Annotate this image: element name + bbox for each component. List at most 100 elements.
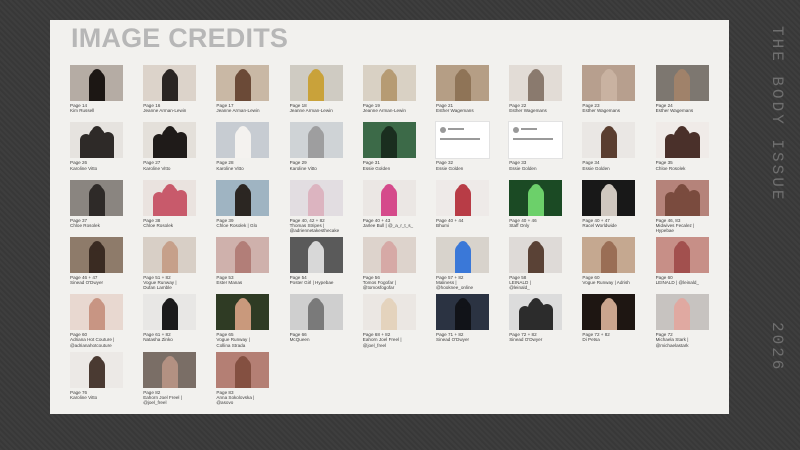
- credit-caption: Page 21 Esther Wagemans: [436, 103, 492, 114]
- credit-thumbnail: [509, 179, 563, 216]
- credit-caption: Page 32 Essie Golden: [436, 160, 492, 171]
- credit-item: Page 56 Tomos Fogofar | @tomosfogofar: [362, 236, 419, 291]
- credit-caption: Page 16 Jeanne Arman-Lewin: [143, 103, 199, 114]
- credit-line: Chloe Rosolek | Glo: [216, 222, 258, 228]
- credit-line: Esther Wagemans: [436, 108, 474, 114]
- credit-item: Page 60 Adriana Hot Couture | @adrianahotc…: [70, 294, 126, 348]
- credit-item: Page 40 + 47 Racel Worldwide: [582, 179, 638, 229]
- issue-year: 2026: [768, 322, 786, 373]
- credit-caption: Page 56 Tomos Fogofar | @tomosfogofar: [363, 275, 419, 291]
- credit-item: Page 65 Vogue Runway | Collina Strada: [216, 294, 272, 348]
- credit-thumbnail: [70, 122, 123, 159]
- credit-caption: Page 23 Esther Wagemans: [582, 103, 638, 114]
- credit-thumbnail: [362, 294, 416, 331]
- credit-line: @hooknee_online: [436, 285, 474, 291]
- credit-line: @adriennetakesthecake: [289, 228, 340, 234]
- credit-item: Page 72 + 82 Di Petsa: [582, 294, 638, 343]
- credit-item: Page 46, 83 Midwives Fecalez | Hypebae: [655, 179, 712, 234]
- credit-item: Page 21 Esther Wagemans: [436, 65, 492, 114]
- credit-item: Page 33 Essie Golden: [508, 121, 565, 171]
- credit-item: Page 46 + 47 Sinead O'Dwyer: [70, 236, 126, 286]
- credit-item: Page 28 Karoline Vitto: [216, 122, 272, 171]
- credit-caption: Page 29 Karoline Vitto: [290, 160, 346, 171]
- credit-thumbnail: [362, 179, 416, 216]
- credit-item: Page 60 LEINALD | @leinald_: [655, 236, 712, 286]
- credit-thumbnail: [655, 122, 709, 159]
- credit-item: Page 40 + 43 Jarlee Bull | @_a_r_t_s_: [362, 179, 419, 229]
- credit-thumbnail: [216, 122, 270, 159]
- credit-thumbnail: [143, 179, 197, 216]
- credit-thumbnail: [70, 351, 123, 388]
- credit-thumbnail: [436, 236, 489, 273]
- credit-item: Page 54 Poster Girl | Hypebae: [289, 236, 346, 286]
- credit-thumbnail: [143, 236, 197, 273]
- credit-thumbnail: [508, 121, 564, 160]
- credit-caption: Page 72 + 82 Di Petsa: [582, 332, 638, 343]
- credit-line: Esther Wagemans: [509, 108, 547, 114]
- credit-item: Page 18 Jeanne Arman-Lewin: [289, 65, 346, 114]
- credit-item: Page 83 Anna Sokolovska | @asovo: [216, 351, 272, 406]
- credit-item: Page 22 Esther Wagemans: [509, 65, 565, 114]
- credit-caption: Page 40 + 44 Bhumi: [436, 218, 492, 229]
- credit-line: Jarlee Bull | @_a_r_t_s_: [362, 222, 414, 228]
- credit-line: @joel_freel: [143, 400, 167, 406]
- credit-caption: Page 40 + 47 Racel Worldwide: [582, 218, 638, 229]
- credit-line: Sinead O'Dwyer: [509, 337, 543, 343]
- credit-caption: Page 38 Chloe Rosolek: [143, 218, 199, 229]
- page-title: IMAGE CREDITS: [71, 23, 289, 53]
- credit-caption: Page 60 Vogue Runway | Adrish: [582, 275, 638, 286]
- credit-thumbnail: [362, 122, 416, 159]
- credit-line: Karoline Vitto: [289, 165, 317, 171]
- credit-caption: Page 14 Kim Russell: [70, 103, 126, 114]
- credit-caption: Page 72 Michaela Stark | @michaelastark: [656, 332, 712, 348]
- credit-thumbnail: [509, 294, 563, 331]
- credit-caption: Page 17 Jeanne Arman-Lewin: [216, 103, 272, 114]
- credit-caption: Page 54 Poster Girl | Hypebae: [290, 275, 346, 286]
- credit-item: Page 58 LEINALD | @leinald_: [509, 236, 565, 291]
- credit-item: Page 66 McQueen: [289, 294, 346, 343]
- credit-line: Hypebae: [655, 228, 674, 234]
- credit-caption: Page 31 Essie Golden: [363, 160, 419, 171]
- credit-item: Page 38 Chloe Rosolek: [143, 179, 199, 229]
- credit-thumbnail: [289, 122, 343, 159]
- credit-item: Page 32 Essie Golden: [435, 121, 492, 171]
- credit-item: Page 35 Chloe Rosolek: [655, 122, 712, 171]
- credit-item: Page 37 Chloe Rosolek: [70, 179, 126, 229]
- credit-caption: Page 71 + 82 Sinead O'Dwyer: [436, 332, 492, 343]
- credit-thumbnail: [216, 65, 270, 101]
- credit-caption: Page 24 Esther Wagemans: [656, 103, 712, 114]
- credit-thumbnail: [70, 236, 123, 273]
- credit-item: Page 40 + 44 Bhumi: [436, 179, 492, 229]
- credit-line: @joel_freel: [362, 342, 387, 348]
- credit-line: Chloe Rosolek: [655, 165, 686, 171]
- credit-item: Page 57 + 82 Maliness | @hooknee_online: [436, 236, 492, 291]
- credit-thumbnail: [362, 65, 416, 101]
- credit-line: @leinald_: [509, 285, 530, 291]
- credit-thumbnail: [435, 121, 490, 160]
- credit-item: Page 26 Karoline Vitto: [70, 122, 126, 171]
- credit-thumbnail: [289, 236, 343, 273]
- credit-thumbnail: [436, 294, 489, 331]
- credit-item: Page 68 + 82 Eahorn Joel Freel | @joel_fre…: [362, 294, 419, 348]
- credit-thumbnail: [70, 65, 123, 101]
- credit-caption: Page 40 + 46 Staff Only: [509, 218, 565, 229]
- credit-caption: Page 57 + 82 Maliness | @hooknee_online: [436, 275, 492, 291]
- credit-caption: Page 66 McQueen: [290, 332, 346, 343]
- credits-page: IMAGE CREDITS Page 14 Kim Russell Page 16 J…: [50, 20, 729, 414]
- credit-caption: Page 19 Jeanne Arman-Lewin: [363, 103, 419, 114]
- credit-caption: Page 53 Ester Manas: [216, 275, 272, 286]
- credit-line: @asovo: [216, 400, 234, 406]
- credit-thumbnail: [289, 294, 343, 331]
- credit-item: Page 14 Kim Russell: [70, 65, 126, 114]
- credit-line: Jeanne Arman-Lewin: [289, 108, 333, 114]
- credit-line: Karoline Vitto: [216, 165, 244, 171]
- credit-item: Page 17 Jeanne Arman-Lewin: [216, 65, 272, 114]
- credit-thumbnail: [143, 294, 197, 331]
- credit-line: Bhumi: [436, 222, 450, 228]
- credit-thumbnail: [143, 122, 197, 159]
- credit-line: Ester Manas: [216, 280, 243, 286]
- credit-caption: Page 26 Karoline Vitto: [70, 160, 126, 171]
- credit-item: Page 34 Essie Golden: [582, 122, 638, 171]
- credit-caption: Page 82 Eahorn Joel Freel | @joel_freel: [143, 390, 199, 406]
- credit-item: Page 24 Esther Wagemans: [655, 65, 712, 114]
